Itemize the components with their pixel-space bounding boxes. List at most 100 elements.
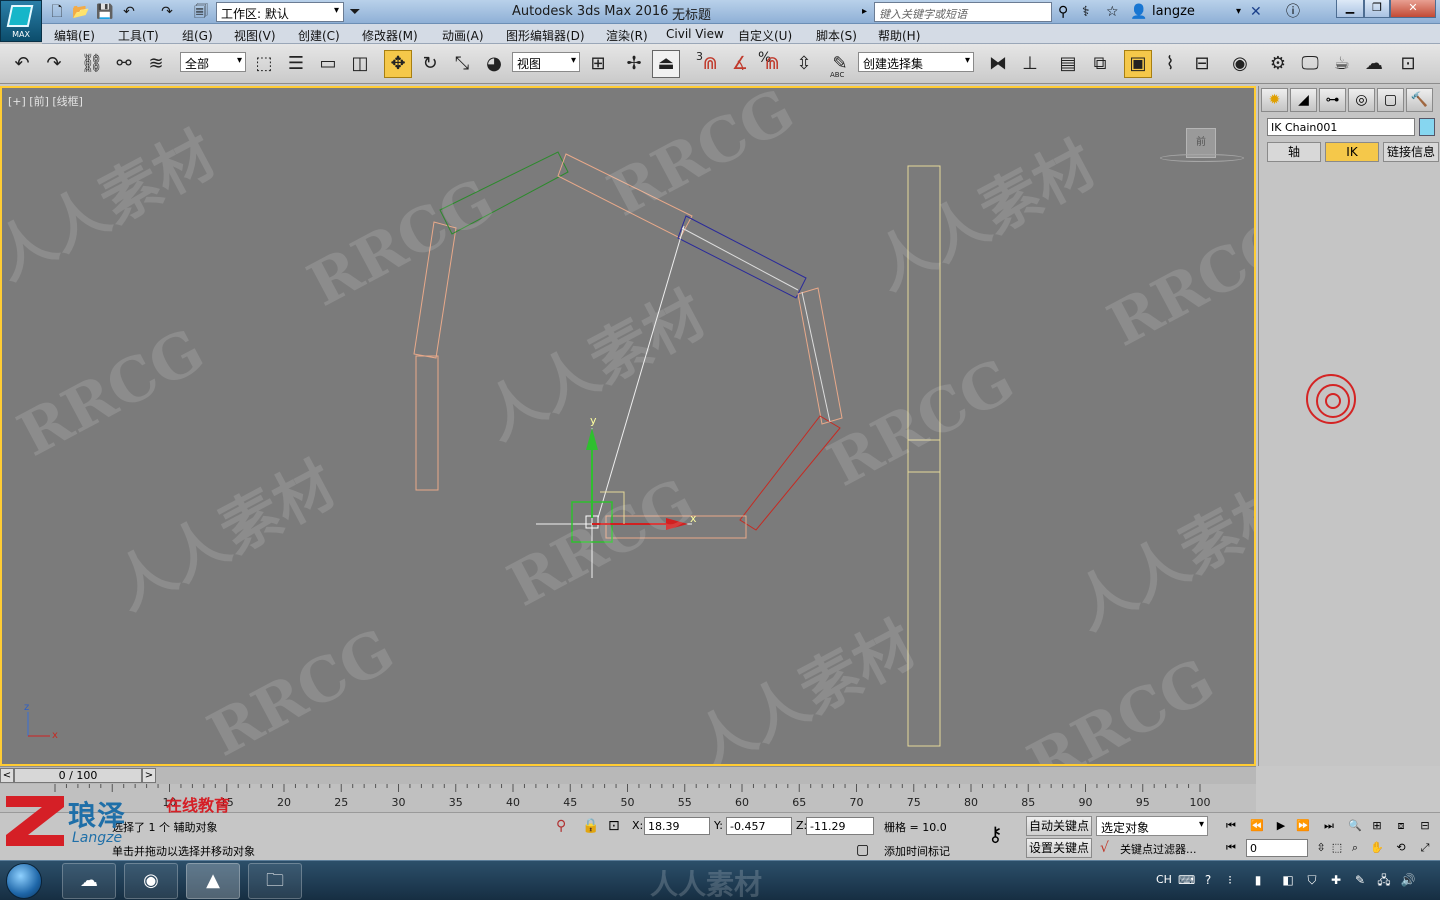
object-color-swatch[interactable] [1419,118,1435,136]
mirror-icon[interactable]: ⧓ [984,50,1012,78]
snaps-toggle-icon[interactable]: ⋒ [696,50,724,78]
set-key-icon[interactable]: ⚷ [988,824,1003,844]
user-dropdown-icon[interactable]: ▾ [1236,3,1241,21]
pivot-center-icon[interactable]: ⊞ [584,50,612,78]
application-menu-button[interactable]: MAX [0,0,42,42]
angle-snap-icon[interactable]: ∡ [726,50,754,78]
render-setup-icon[interactable]: ⚙ [1264,50,1292,78]
key-filter-icon[interactable]: √ [1100,839,1109,857]
tray-battery-icon[interactable]: ▮ [1250,872,1266,888]
manipulate-icon[interactable]: ✢ [620,50,648,78]
selection-filter-dropdown[interactable]: 全部 [180,52,246,72]
current-frame-field[interactable]: 0 [1246,839,1308,857]
select-object-icon[interactable]: ⬚ [250,50,278,78]
tray-app-icon[interactable]: ◧ [1280,872,1296,888]
tray-keyboard-icon[interactable]: ⌨ [1178,872,1195,888]
toggle-ribbon-icon[interactable]: ▣ [1124,50,1152,78]
bone-6[interactable] [797,287,843,425]
username[interactable]: langze [1152,4,1195,19]
a360-gallery-icon[interactable]: ⊡ [1394,50,1422,78]
undo-icon[interactable]: ↶ [120,3,138,21]
layer-manager-icon[interactable]: ▤ [1054,50,1082,78]
select-and-move-icon[interactable]: ✥ [384,50,412,78]
hierarchy-tab-icon[interactable]: ⊶ [1319,88,1346,112]
zoom-all-icon[interactable]: ⊞ [1366,817,1388,835]
select-and-rotate-icon[interactable]: ↻ [416,50,444,78]
key-filters-button[interactable]: 关键点过滤器... [1120,841,1197,857]
tray-help-icon[interactable]: ? [1200,872,1216,888]
set-key-button[interactable]: 设置关键点 [1026,838,1092,858]
search-expand-icon[interactable]: ▸ [862,3,867,21]
project-folder-icon[interactable]: 🗐 [192,3,210,21]
time-tag-icon[interactable]: ▢ [856,841,869,859]
redo-toolbar-icon[interactable]: ↷ [40,50,68,78]
time-prev-button[interactable]: < [0,768,14,783]
isolate-selection-icon[interactable]: ⚲ [556,817,566,835]
bone-4[interactable] [557,153,693,239]
time-slider-thumb[interactable]: 0 / 100 [14,768,142,783]
menu-tools[interactable]: 工具(T) [118,27,159,44]
time-next-button[interactable]: > [142,768,156,783]
render-production-icon[interactable]: ☕ [1328,50,1356,78]
move-gizmo[interactable]: y x [536,414,697,578]
add-time-tag[interactable]: 添加时间标记 [884,843,950,859]
curve-editor-icon[interactable]: ⌇ [1156,50,1184,78]
modify-tab-icon[interactable]: ◢ [1290,88,1317,112]
previous-frame-icon[interactable]: ⏪ [1246,817,1268,835]
tray-tool-icon[interactable]: ✎ [1352,872,1368,888]
customize-quick-access-icon[interactable]: ⏷ [346,3,364,21]
go-to-start-icon[interactable]: ⏮ [1220,817,1242,835]
reference-coordinate-dropdown[interactable]: 视图 [512,52,580,72]
absolute-mode-icon[interactable]: ⊡ [608,817,620,835]
spinner-snap-icon[interactable]: ⇳ [790,50,818,78]
help-search-input[interactable]: 键入关键字或短语 [874,2,1052,22]
start-button[interactable] [6,863,42,899]
tray-language[interactable]: CH [1156,873,1172,886]
subscription-icon[interactable]: ⚕ [1082,3,1090,21]
menu-customize[interactable]: 自定义(U) [738,27,792,44]
tray-network-icon[interactable]: 🖧 [1376,872,1392,888]
maximize-viewport-icon[interactable]: ⤢ [1414,839,1436,857]
menu-views[interactable]: 视图(V) [234,27,276,44]
menu-edit[interactable]: 编辑(E) [54,27,95,44]
unlink-selection-icon[interactable]: ⚯ [110,50,138,78]
menu-group[interactable]: 组(G) [182,27,213,44]
binoculars-icon[interactable]: ⚲ [1058,3,1068,21]
restore-button[interactable]: ❐ [1364,0,1390,18]
zoom-region-icon[interactable]: ⌕ [1344,839,1366,857]
minimize-button[interactable]: ▁ [1336,0,1364,18]
select-by-name-icon[interactable]: ☰ [282,50,310,78]
keyboard-shortcut-override-icon[interactable]: ⏏ [652,50,680,78]
tall-box[interactable] [907,165,941,747]
rectangular-selection-icon[interactable]: ▭ [314,50,342,78]
user-icon[interactable]: 👤 [1130,3,1147,21]
bone-7[interactable] [739,415,841,531]
bone-2[interactable] [413,221,457,359]
object-name-field[interactable]: IK Chain001 [1267,118,1415,136]
favorites-star-icon[interactable]: ☆ [1106,3,1119,21]
go-to-end-icon[interactable]: ⏭ [1318,817,1340,835]
exchange-apps-icon[interactable]: ✕ [1250,3,1262,21]
bind-to-space-warp-icon[interactable]: ≋ [142,50,170,78]
open-file-icon[interactable]: 📂 [72,3,90,21]
tab-ik[interactable]: IK [1325,142,1379,162]
redo-icon[interactable]: ↷ [158,3,176,21]
taskbar-explorer-icon[interactable]: 🗀 [248,863,302,899]
close-button[interactable]: ✕ [1390,0,1436,18]
scene-explorer-icon[interactable]: ⧉ [1086,50,1114,78]
select-and-place-icon[interactable]: ◕ [480,50,508,78]
tray-update-icon[interactable]: ✚ [1328,872,1344,888]
undo-toolbar-icon[interactable]: ↶ [8,50,36,78]
utilities-tab-icon[interactable]: 🔨 [1406,88,1433,112]
save-icon[interactable]: 💾 [96,3,114,21]
bone-5[interactable] [677,215,807,299]
bone-3[interactable] [439,151,569,235]
render-in-cloud-icon[interactable]: ☁ [1360,50,1388,78]
taskbar-app-cloud-icon[interactable]: ☁ [62,863,116,899]
menu-scripting[interactable]: 脚本(S) [816,27,857,44]
zoom-extents-icon[interactable]: ⧈ [1390,817,1412,835]
tab-pivot[interactable]: 轴 [1267,142,1321,162]
named-selection-dropdown[interactable]: 创建选择集 [858,52,974,72]
create-tab-icon[interactable]: ✹ [1261,88,1288,112]
menu-help[interactable]: 帮助(H) [878,27,920,44]
